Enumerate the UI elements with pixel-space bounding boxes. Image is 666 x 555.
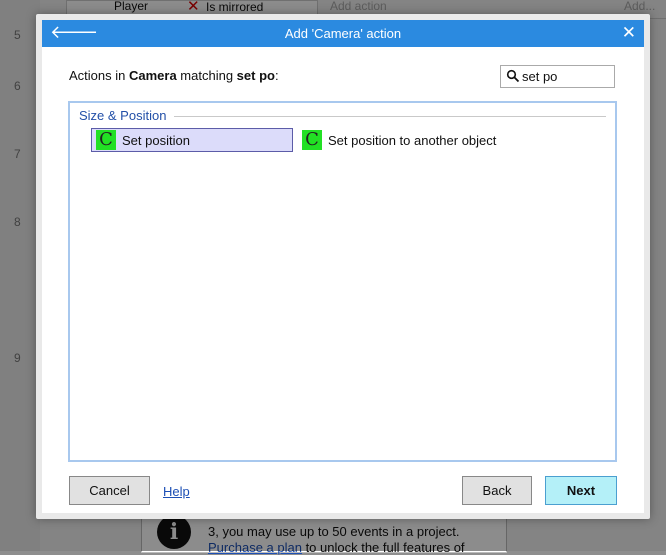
help-link[interactable]: Help [163, 484, 190, 499]
action-label: Set position to another object [328, 132, 497, 148]
category-divider [174, 116, 606, 117]
camera-c-icon: C [96, 130, 116, 150]
back-button[interactable]: Back [462, 476, 532, 505]
matching-object: Camera [128, 68, 177, 83]
add-action-dialog: 🡐 Add 'Camera' action ✕ Actions in Camer… [36, 14, 650, 519]
search-box[interactable] [500, 65, 615, 88]
cancel-button[interactable]: Cancel [69, 476, 150, 505]
matching-query: set po [236, 68, 275, 83]
matching-middle: matching [176, 68, 237, 83]
next-button[interactable]: Next [545, 476, 617, 505]
search-input[interactable] [522, 67, 612, 85]
dialog-titlebar: 🡐 Add 'Camera' action ✕ [42, 20, 644, 47]
matching-prefix: Actions in [69, 68, 129, 83]
dialog-title: Add 'Camera' action [284, 26, 402, 41]
matching-description: Actions in Camera matching set po: [69, 68, 279, 83]
action-label: Set position [122, 132, 190, 148]
action-list: Size & Position C Set position C Set pos… [68, 101, 617, 462]
search-icon [506, 69, 520, 83]
camera-c-icon: C [302, 130, 322, 150]
action-item-set-position-to-another-object[interactable]: C Set position to another object [298, 128, 538, 152]
matching-suffix: : [274, 68, 279, 83]
dialog-body: 🡐 Add 'Camera' action ✕ Actions in Camer… [42, 20, 644, 513]
action-item-set-position[interactable]: C Set position [91, 128, 293, 152]
category-label: Size & Position [79, 108, 171, 123]
close-icon[interactable]: ✕ [622, 23, 636, 43]
